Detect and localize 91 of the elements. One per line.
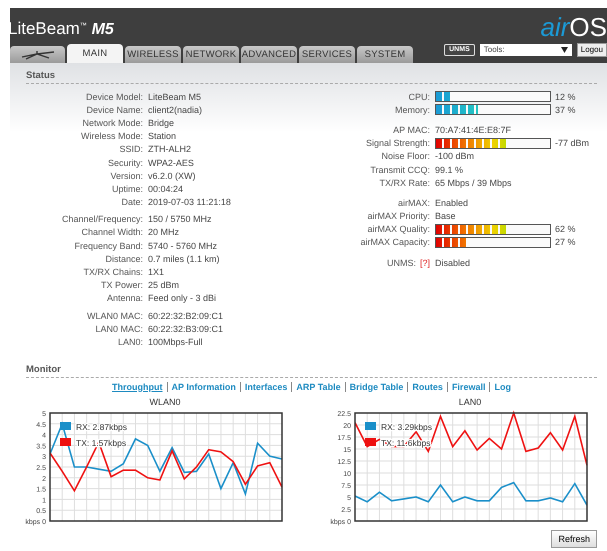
meter-reading: 62 % — [555, 224, 576, 234]
field-label: airMAX Capacity: — [359, 237, 431, 248]
field-label: Uptime: — [110, 184, 144, 194]
field-value: 65 Mbps / 39 Mbps — [435, 178, 512, 188]
monitor-link[interactable]: AP Information — [166, 382, 240, 392]
field-label: Signal Strength: — [364, 138, 431, 148]
field-label: Date: — [120, 197, 144, 208]
field-label: Transmit CCQ: — [369, 164, 431, 175]
field-label: Distance: — [104, 254, 144, 264]
monitor-link[interactable]: ARP Table — [291, 382, 345, 392]
field-label: Security: — [106, 158, 144, 168]
monitor-link[interactable]: Firewall — [446, 382, 490, 392]
field-label: Version: — [109, 170, 144, 181]
meter-reading: 27 % — [555, 237, 576, 248]
field-label: Device Name: — [85, 104, 144, 115]
field-value: 70:A7:41:4E:E8:7F — [435, 124, 512, 135]
brand-logo: airOS — [540, 12, 607, 42]
field-label: Frequency Band: — [73, 240, 144, 251]
field-label: Channel/Frequency: — [60, 214, 144, 224]
field-label: LAN0 MAC: — [94, 324, 144, 334]
nav-tab[interactable]: SERVICES — [299, 46, 355, 63]
field-label: WLAN0 MAC: — [86, 310, 144, 321]
product-logo: LiteBeam$^{™}$ M5 — [8, 19, 114, 39]
field-value: 1X1 — [148, 267, 164, 278]
section-title: Status — [26, 63, 597, 84]
chart-title: WLAN0 — [149, 396, 180, 407]
field-value: 20 MHz — [148, 227, 180, 238]
tools-dropdown[interactable]: Tools: — [480, 44, 572, 56]
nav-tab[interactable]: MAIN — [67, 44, 123, 63]
field-label: Wireless Mode: — [80, 131, 144, 142]
nav-tab[interactable]: ADVANCED — [241, 46, 297, 63]
field-label: airMAX Quality: — [366, 224, 431, 234]
field-value: LiteBeam M5 — [148, 92, 202, 102]
field-label: airMAX: — [396, 198, 431, 208]
field-value: Disabled — [435, 258, 470, 268]
field-value: 150 / 5750 MHz — [148, 214, 212, 224]
field-value: 00:04:24 — [148, 184, 184, 194]
field-label: SSID: — [118, 144, 144, 154]
nav-tab[interactable]: SYSTEM — [357, 46, 413, 63]
antenna-tab[interactable] — [10, 46, 65, 63]
field-label: LAN0: — [116, 336, 144, 347]
field-label: AP MAC: — [392, 124, 431, 135]
field-label: Network Mode: — [81, 118, 144, 128]
legend-label: RX: 2.87kbps — [76, 422, 128, 432]
field-label: Channel Width: — [80, 227, 144, 238]
field-label: TX Power: — [100, 280, 144, 290]
monitor-link[interactable]: Bridge Table — [344, 382, 408, 392]
field-value: 25 dBm — [148, 280, 180, 290]
field-label: airMAX Priority: — [366, 211, 431, 222]
field-label: Noise Floor: — [380, 151, 431, 162]
field-label: Memory: — [394, 104, 431, 115]
field-label: CPU: — [407, 92, 431, 102]
dropdown-caret-icon — [560, 46, 568, 52]
nav-tab[interactable]: WIRELESS — [125, 46, 181, 63]
field-label: Device Model: — [84, 92, 144, 102]
field-label: Antenna: — [106, 293, 144, 304]
monitor-link[interactable]: Throughput — [108, 382, 167, 392]
field-value: 60:22:32:B3:09:C1 — [148, 324, 224, 334]
field-value: ZTH-ALH2 — [148, 144, 192, 154]
field-label: TX/RX Chains: — [82, 267, 144, 278]
antenna-icon — [20, 50, 54, 60]
field-value: WPA2-AES — [148, 158, 194, 168]
logout-button[interactable]: Logou — [576, 42, 607, 56]
field-value: 99.1 % — [435, 164, 464, 175]
field-value: 5740 - 5760 MHz — [148, 240, 218, 251]
field-value: Bridge — [148, 118, 174, 128]
chart-title: LAN0 — [458, 396, 482, 407]
monitor-link[interactable]: Interfaces — [240, 382, 292, 392]
field-value: Enabled — [435, 198, 468, 208]
field-value: 0.7 miles (1.1 km) — [148, 254, 220, 264]
legend-label: RX: 3.29kbps — [381, 422, 432, 432]
help-link[interactable]: [?] — [420, 258, 430, 268]
meter-reading: 37 % — [555, 104, 576, 115]
field-value: 100Mbps-Full — [148, 336, 203, 347]
field-value: Base — [435, 211, 456, 222]
meter-reading: -77 dBm — [555, 138, 590, 148]
monitor-link[interactable]: Routes — [407, 382, 447, 392]
field-label: TX/RX Rate: — [378, 178, 431, 188]
field-value: 60:22:32:B2:09:C1 — [148, 310, 224, 321]
field-label: UNMS: [?] — [386, 258, 431, 268]
monitor-link[interactable]: Log — [489, 382, 515, 392]
field-value: 2019-07-03 11:21:18 — [148, 197, 231, 208]
refresh-button[interactable]: Refresh — [551, 530, 597, 548]
section-title: Monitor — [26, 356, 597, 378]
field-value: Station — [148, 131, 176, 142]
meter-reading: 12 % — [555, 92, 576, 102]
field-value: Feed only - 3 dBi — [148, 293, 216, 304]
field-value: v6.2.0 (XW) — [148, 170, 196, 181]
field-value: -100 dBm — [435, 151, 474, 162]
nav-tab[interactable]: NETWORK — [183, 46, 239, 63]
field-value: client2(nadia) — [148, 104, 202, 115]
